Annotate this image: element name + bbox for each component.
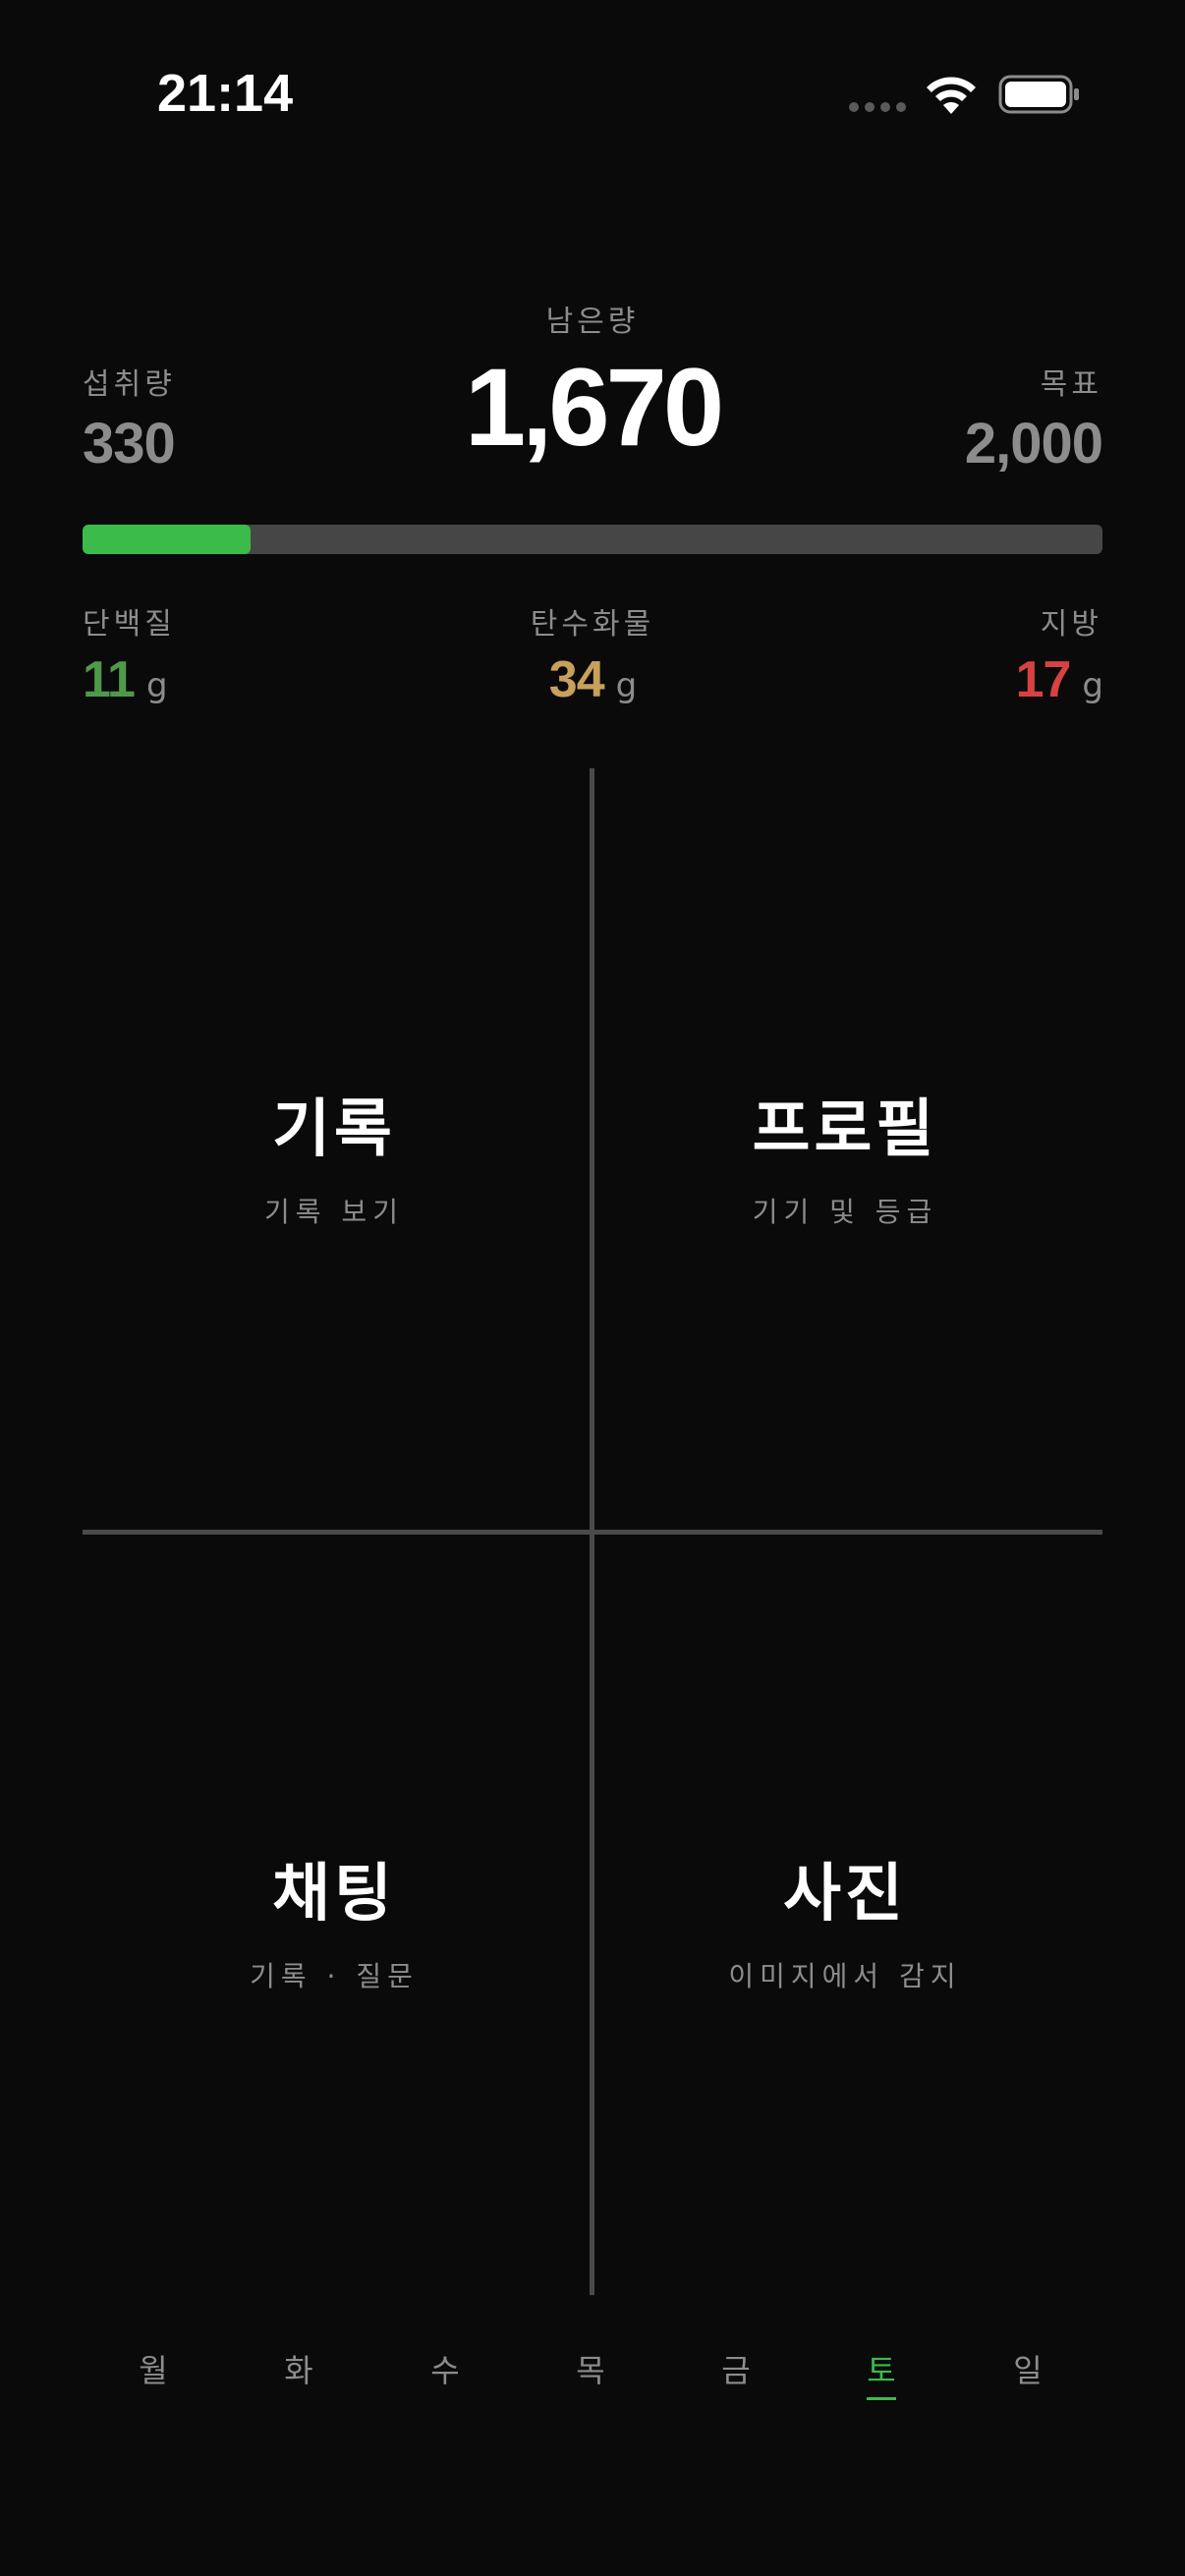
chat-title: 채팅 bbox=[272, 1858, 396, 1931]
day-wed[interactable]: 수 bbox=[406, 2346, 484, 2391]
calorie-progress-bar bbox=[83, 525, 1102, 554]
profile-subtitle: 기기 및 등급 bbox=[752, 1196, 938, 1228]
goal-calories: 2,000 bbox=[964, 412, 1103, 476]
day-tue[interactable]: 화 bbox=[259, 2346, 338, 2391]
day-thu[interactable]: 목 bbox=[551, 2346, 630, 2391]
day-label: 토 bbox=[867, 2352, 896, 2389]
fat-unit: g bbox=[1082, 666, 1103, 705]
records-title: 기록 bbox=[272, 1093, 396, 1166]
day-sun[interactable]: 일 bbox=[988, 2346, 1067, 2391]
day-label: 화 bbox=[284, 2352, 313, 2389]
records-tile[interactable]: 기록 기록 보기 bbox=[79, 1079, 590, 1230]
carbs-amount: 34 bbox=[548, 651, 605, 708]
fat-label: 지방 bbox=[1040, 607, 1102, 642]
day-label: 월 bbox=[139, 2352, 168, 2389]
fat-value: 17 g bbox=[1015, 650, 1103, 709]
profile-tile[interactable]: 프로필 기기 및 등급 bbox=[590, 1079, 1100, 1230]
calorie-progress-fill bbox=[83, 525, 252, 554]
wifi-icon bbox=[927, 77, 976, 114]
cellular-signal-icon bbox=[849, 102, 906, 112]
day-label: 금 bbox=[721, 2352, 751, 2389]
week-day-selector: 월 화 수 목 금 토 일 bbox=[0, 2346, 1185, 2405]
selected-day-indicator bbox=[867, 2397, 896, 2400]
carbs-label: 탄수화물 bbox=[530, 607, 655, 642]
battery-icon bbox=[998, 75, 1079, 114]
day-fri[interactable]: 금 bbox=[697, 2346, 775, 2391]
profile-title: 프로필 bbox=[752, 1093, 938, 1166]
remaining-label: 남은량 bbox=[545, 305, 640, 339]
goal-label: 목표 bbox=[1040, 367, 1102, 402]
chat-tile[interactable]: 채팅 기록 · 질문 bbox=[79, 1843, 590, 1994]
records-subtitle: 기록 보기 bbox=[264, 1196, 404, 1228]
chat-subtitle: 기록 · 질문 bbox=[250, 1960, 419, 1992]
carbs-value: 34 g bbox=[0, 650, 1185, 709]
day-mon[interactable]: 월 bbox=[114, 2346, 193, 2391]
fat-amount: 17 bbox=[1015, 651, 1072, 708]
home-screen: 21:14 남은량 1,670 섭취량 330 목표 2,000 단백질 11 g… bbox=[0, 0, 1185, 2576]
intake-calories: 330 bbox=[83, 412, 176, 476]
day-label: 목 bbox=[576, 2352, 605, 2389]
carbs-unit: g bbox=[615, 666, 638, 705]
day-label: 수 bbox=[430, 2352, 460, 2389]
photo-title: 사진 bbox=[783, 1858, 907, 1931]
day-label: 일 bbox=[1013, 2352, 1043, 2389]
intake-label: 섭취량 bbox=[83, 367, 176, 402]
photo-tile[interactable]: 사진 이미지에서 감지 bbox=[590, 1843, 1100, 1994]
photo-subtitle: 이미지에서 감지 bbox=[728, 1960, 962, 1992]
grid-horizontal-divider bbox=[83, 1530, 1102, 1535]
day-sat[interactable]: 토 bbox=[842, 2346, 921, 2400]
status-time: 21:14 bbox=[157, 64, 294, 123]
